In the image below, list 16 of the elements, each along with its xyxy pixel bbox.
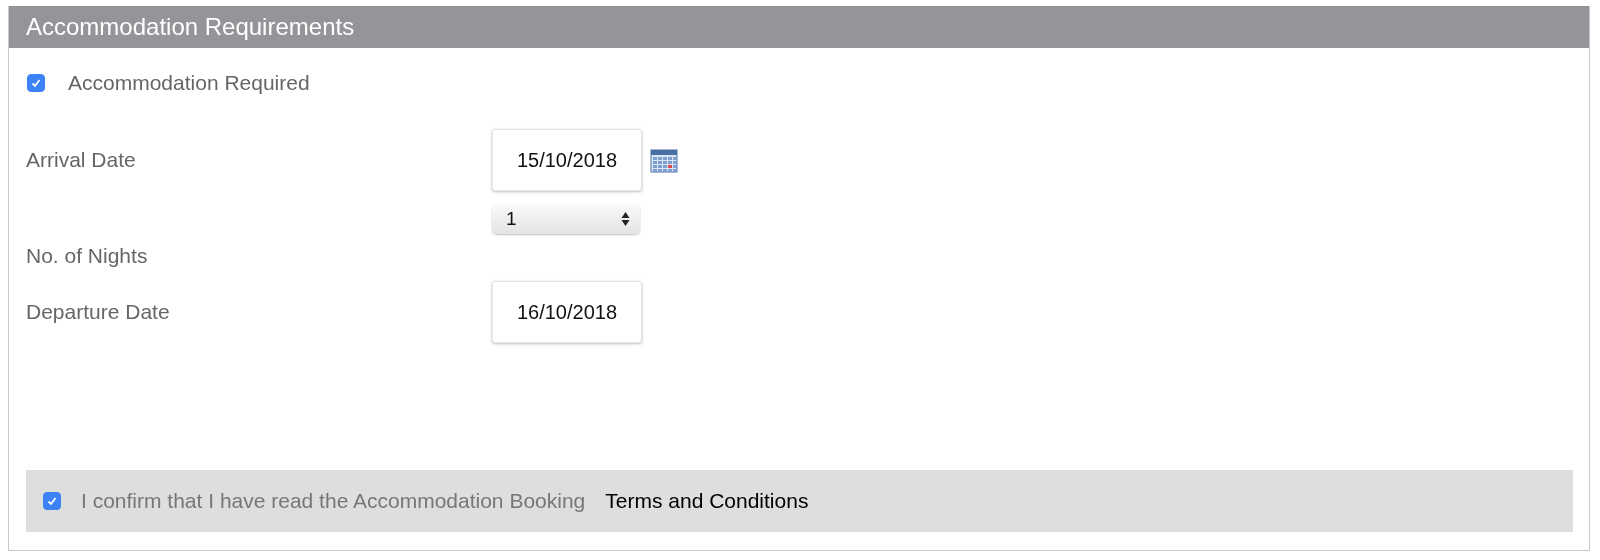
confirm-text: I confirm that I have read the Accommodation Booking <box>81 489 586 513</box>
field-label: Arrival Date <box>26 148 136 172</box>
calendar-icon[interactable] <box>650 147 678 173</box>
checkbox[interactable] <box>27 74 45 92</box>
date-field[interactable]: 16/10/2018 <box>492 281 642 343</box>
field-label: No. of Nights <box>26 244 148 268</box>
checkbox-label: Accommodation Required <box>68 71 310 95</box>
nights-select[interactable]: 1 <box>492 204 640 234</box>
check-icon <box>46 495 58 507</box>
date-field[interactable]: 15/10/2018 <box>492 129 642 191</box>
terms-link[interactable]: Terms and Conditions <box>605 489 809 513</box>
panel-title: Accommodation Requirements <box>9 6 1589 48</box>
checkbox[interactable] <box>43 492 61 510</box>
stepper-icon <box>621 211 630 227</box>
field-label: Departure Date <box>26 300 170 324</box>
check-icon <box>30 77 42 89</box>
